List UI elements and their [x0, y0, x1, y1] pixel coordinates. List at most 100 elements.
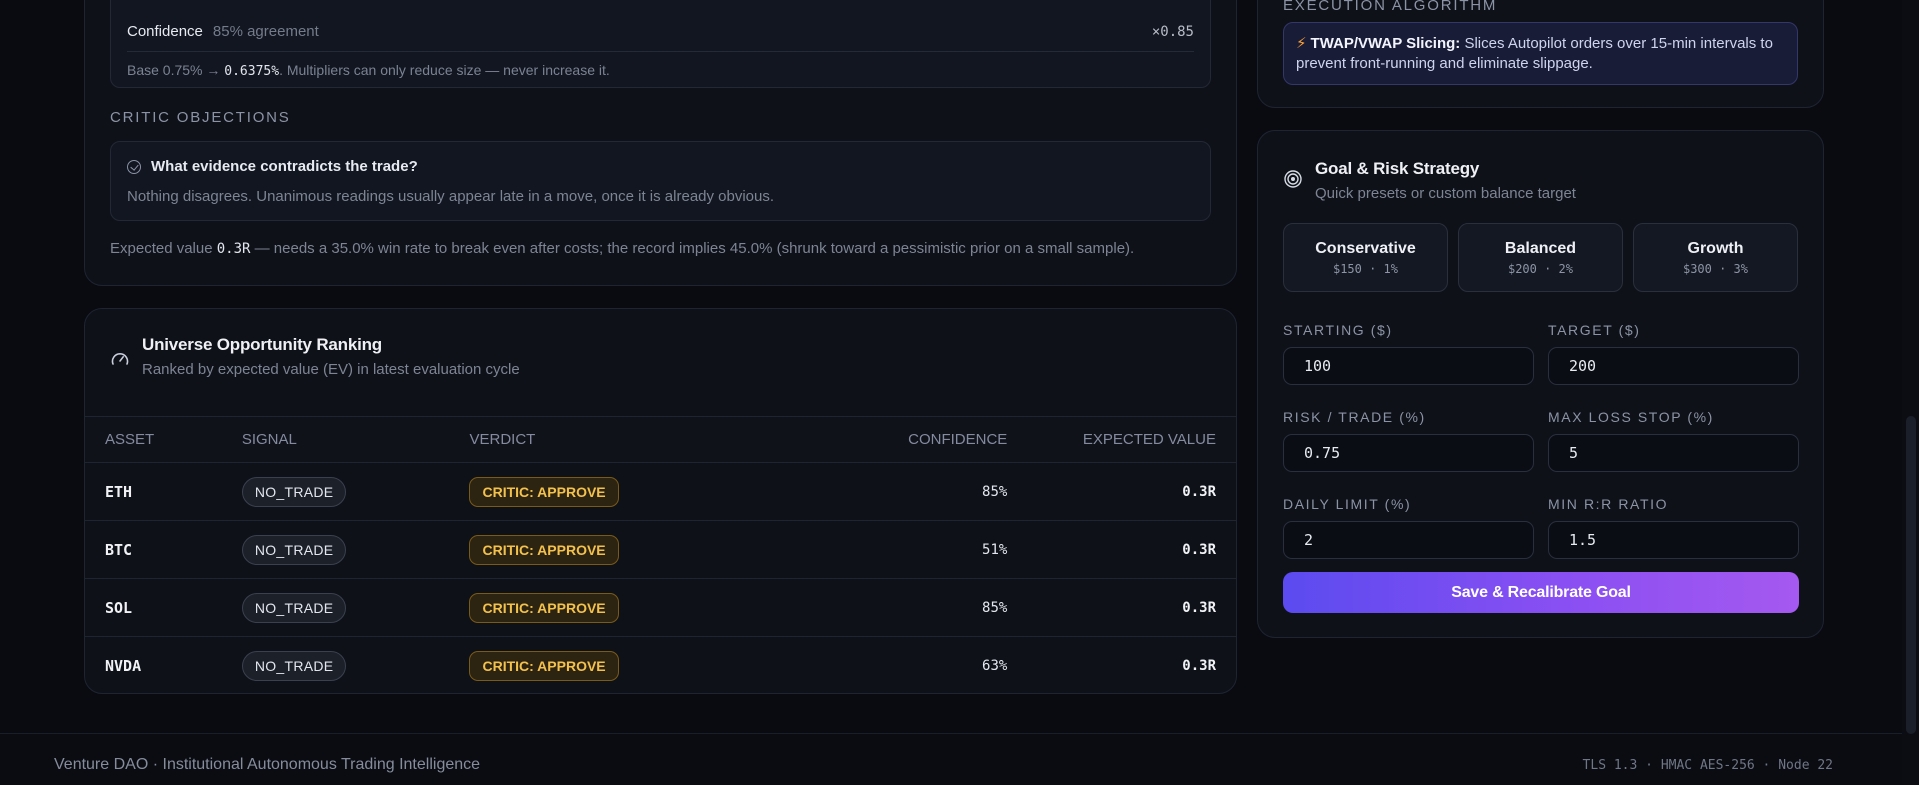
preset-balanced-button[interactable]: Balanced $200 · 2% [1458, 223, 1623, 292]
table-row[interactable]: ETH NO_TRADE CRITIC: APPROVE 85% 0.3R [85, 462, 1236, 521]
execution-heading: EXECUTION ALGORITHM [1283, 0, 1498, 14]
daily-limit-input[interactable] [1283, 521, 1534, 559]
preset-group: Conservative $150 · 1% Balanced $200 · 2… [1283, 223, 1798, 292]
scrollbar-thumb[interactable] [1906, 416, 1916, 734]
signal-cell: NO_TRADE [221, 578, 450, 637]
verdict-badge: CRITIC: APPROVE [469, 534, 619, 565]
ranking-header: Universe Opportunity Ranking Ranked by e… [110, 335, 520, 378]
ev-suffix: — needs a 35.0% win rate to break even a… [254, 240, 1135, 257]
universe-ranking-card: Universe Opportunity Ranking Ranked by e… [84, 308, 1237, 694]
base-value: 0.6375% [224, 64, 280, 79]
gauge-icon [111, 353, 129, 365]
preset-name: Growth [1687, 239, 1744, 257]
starting-input[interactable] [1283, 347, 1534, 385]
min-rr-field: MIN R:R RATIO [1548, 496, 1799, 559]
objection-answer: Nothing disagrees. Unanimous readings us… [127, 188, 775, 205]
daily-limit-label: DAILY LIMIT (%) [1283, 496, 1412, 512]
starting-label: STARTING ($) [1283, 322, 1393, 338]
starting-field: STARTING ($) [1283, 322, 1534, 385]
base-prefix: Base 0.75% → [127, 62, 221, 78]
goal-title: Goal & Risk Strategy [1315, 159, 1480, 178]
goal-risk-strategy-card: Goal & Risk Strategy Quick presets or cu… [1257, 130, 1824, 638]
asset-cell: NVDA [105, 656, 142, 675]
target-icon [1284, 170, 1302, 188]
critic-objections-heading: CRITIC OBJECTIONS [110, 109, 291, 126]
min-rr-label: MIN R:R RATIO [1548, 496, 1669, 512]
confidence-agreement: 85% agreement [212, 22, 319, 40]
signal-badge: NO_TRADE [241, 592, 347, 623]
verdict-badge: CRITIC: APPROVE [469, 592, 619, 623]
asset-cell: ETH [85, 462, 222, 521]
signal-cell: NO_TRADE [221, 520, 450, 579]
target-field: TARGET ($) [1548, 322, 1799, 385]
confidence-row: Confidence 85% agreement ×0.85 [127, 12, 1194, 52]
confidence-label: Confidence [127, 22, 203, 40]
asset-cell: SOL [85, 578, 222, 637]
col-asset[interactable]: ASSET [85, 417, 222, 463]
preset-detail: $150 · 1% [1332, 261, 1399, 276]
ranking-title: Universe Opportunity Ranking [142, 335, 382, 354]
col-signal[interactable]: SIGNAL [222, 417, 450, 463]
col-verdict[interactable]: VERDICT [449, 417, 728, 463]
verdict-cell: CRITIC: APPROVE [449, 578, 729, 637]
objection-box: What evidence contradicts the trade? Not… [110, 141, 1211, 221]
ev-cell: 0.3R [1027, 462, 1236, 521]
ev-cell: 0.3R [1182, 657, 1216, 674]
risk-field: RISK / TRADE (%) [1283, 409, 1534, 472]
max-loss-field: MAX LOSS STOP (%) [1548, 409, 1799, 472]
objection-question: What evidence contradicts the trade? [151, 158, 418, 175]
risk-label: RISK / TRADE (%) [1283, 409, 1426, 425]
goal-header: Goal & Risk Strategy Quick presets or cu… [1283, 159, 1576, 202]
footer: Venture DAO · Institutional Autonomous T… [0, 733, 1902, 785]
preset-detail: $300 · 3% [1682, 261, 1749, 276]
execution-algorithm-card: EXECUTION ALGORITHM ⚡ TWAP/VWAP Slicing: … [1257, 0, 1824, 108]
preset-name: Balanced [1504, 239, 1577, 257]
confidence-multiplier: ×0.85 [1151, 23, 1194, 40]
check-circle-icon [127, 159, 141, 174]
ev-cell: 0.3R [1027, 520, 1236, 579]
max-loss-label: MAX LOSS STOP (%) [1548, 409, 1714, 425]
verdict-cell: CRITIC: APPROVE [449, 637, 728, 694]
table-row[interactable]: SOL NO_TRADE CRITIC: APPROVE 85% 0.3R [85, 578, 1236, 637]
signal-badge: NO_TRADE [241, 650, 347, 681]
ev-value: 0.3R [216, 241, 251, 257]
signal-badge: NO_TRADE [241, 534, 347, 565]
signal-cell: NO_TRADE [221, 462, 450, 521]
page-scrollbar[interactable] [1902, 0, 1919, 785]
footer-security-info: TLS 1.3 · HMAC AES-256 · Node 22 [1582, 758, 1833, 773]
preset-conservative-button[interactable]: Conservative $150 · 1% [1283, 223, 1448, 292]
daily-limit-field: DAILY LIMIT (%) [1283, 496, 1534, 559]
confidence-cell: 85% [728, 578, 1028, 637]
verdict-badge: CRITIC: APPROVE [469, 650, 619, 681]
goal-subtitle: Quick presets or custom balance target [1315, 185, 1576, 202]
twap-info-box: ⚡ TWAP/VWAP Slicing: Slices Autopilot ord… [1283, 22, 1798, 85]
col-confidence[interactable]: CONFIDENCE [729, 417, 1027, 463]
save-recalibrate-button[interactable]: Save & Recalibrate Goal [1283, 572, 1799, 613]
position-sizing-box: Confidence 85% agreement ×0.85 Base 0.75%… [110, 0, 1211, 88]
ranking-table: ASSET SIGNAL VERDICT CONFIDENCE EXPECTED… [85, 416, 1236, 694]
preset-detail: $200 · 2% [1507, 261, 1574, 276]
table-row[interactable]: NVDA NO_TRADE CRITIC: APPROVE 63% 0.3R [85, 637, 1236, 694]
table-row[interactable]: BTC NO_TRADE CRITIC: APPROVE 51% 0.3R [85, 520, 1236, 579]
col-expected-value[interactable]: EXPECTED VALUE [1027, 417, 1236, 463]
signal-badge: NO_TRADE [241, 476, 347, 507]
min-rr-input[interactable] [1548, 521, 1799, 559]
critic-card: Confidence 85% agreement ×0.85 Base 0.75%… [84, 0, 1237, 286]
verdict-cell: CRITIC: APPROVE [449, 462, 729, 521]
expected-value-summary: Expected value 0.3R — needs a 35.0% win … [110, 240, 1134, 257]
asset-cell: BTC [85, 520, 222, 579]
risk-input[interactable] [1283, 434, 1534, 472]
ev-cell: 0.3R [1027, 578, 1236, 637]
ranking-subtitle: Ranked by expected value (EV) in latest … [142, 361, 520, 378]
target-input[interactable] [1548, 347, 1799, 385]
table-header-row: ASSET SIGNAL VERDICT CONFIDENCE EXPECTED… [85, 416, 1236, 463]
ev-prefix: Expected value [110, 240, 213, 257]
confidence-cell: 85% [728, 462, 1028, 521]
verdict-badge: CRITIC: APPROVE [469, 476, 619, 507]
preset-growth-button[interactable]: Growth $300 · 3% [1633, 223, 1798, 292]
max-loss-input[interactable] [1548, 434, 1799, 472]
preset-name: Conservative [1315, 239, 1416, 257]
signal-cell: NO_TRADE [222, 637, 450, 694]
confidence-cell: 63% [982, 657, 1008, 674]
twap-title: TWAP/VWAP Slicing: [1310, 35, 1461, 52]
